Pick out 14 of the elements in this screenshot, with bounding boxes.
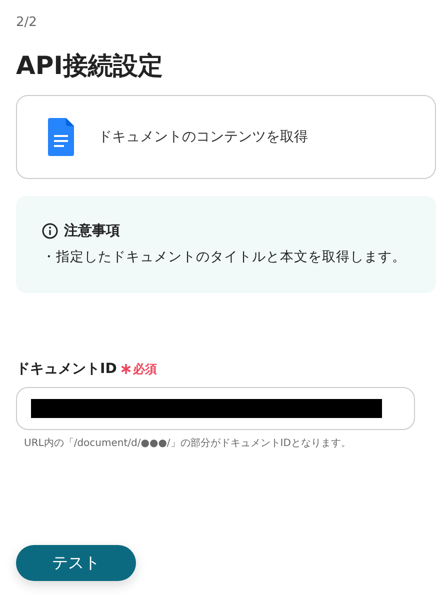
action-label: ドキュメントのコンテンツを取得 [98, 128, 308, 146]
field-label: ドキュメントID [16, 360, 117, 378]
action-card[interactable]: ドキュメントのコンテンツを取得 [16, 95, 436, 179]
asterisk-icon [120, 364, 131, 374]
input-field[interactable] [16, 387, 415, 430]
field-hint: URL内の「/document/d/●●●/」の部分がドキュメントIDとなります。 [24, 436, 352, 450]
required-label: 必須 [132, 360, 157, 378]
test-button[interactable]: テスト [16, 545, 136, 581]
document-icon [48, 118, 74, 156]
notice-title: 注意事項 [64, 222, 120, 240]
info-icon [42, 223, 58, 239]
page-title: API接続設定 [16, 50, 164, 82]
notice-text: ・指定したドキュメントのタイトルと本文を取得します。 [42, 248, 407, 266]
step-counter: 2/2 [16, 15, 38, 31]
